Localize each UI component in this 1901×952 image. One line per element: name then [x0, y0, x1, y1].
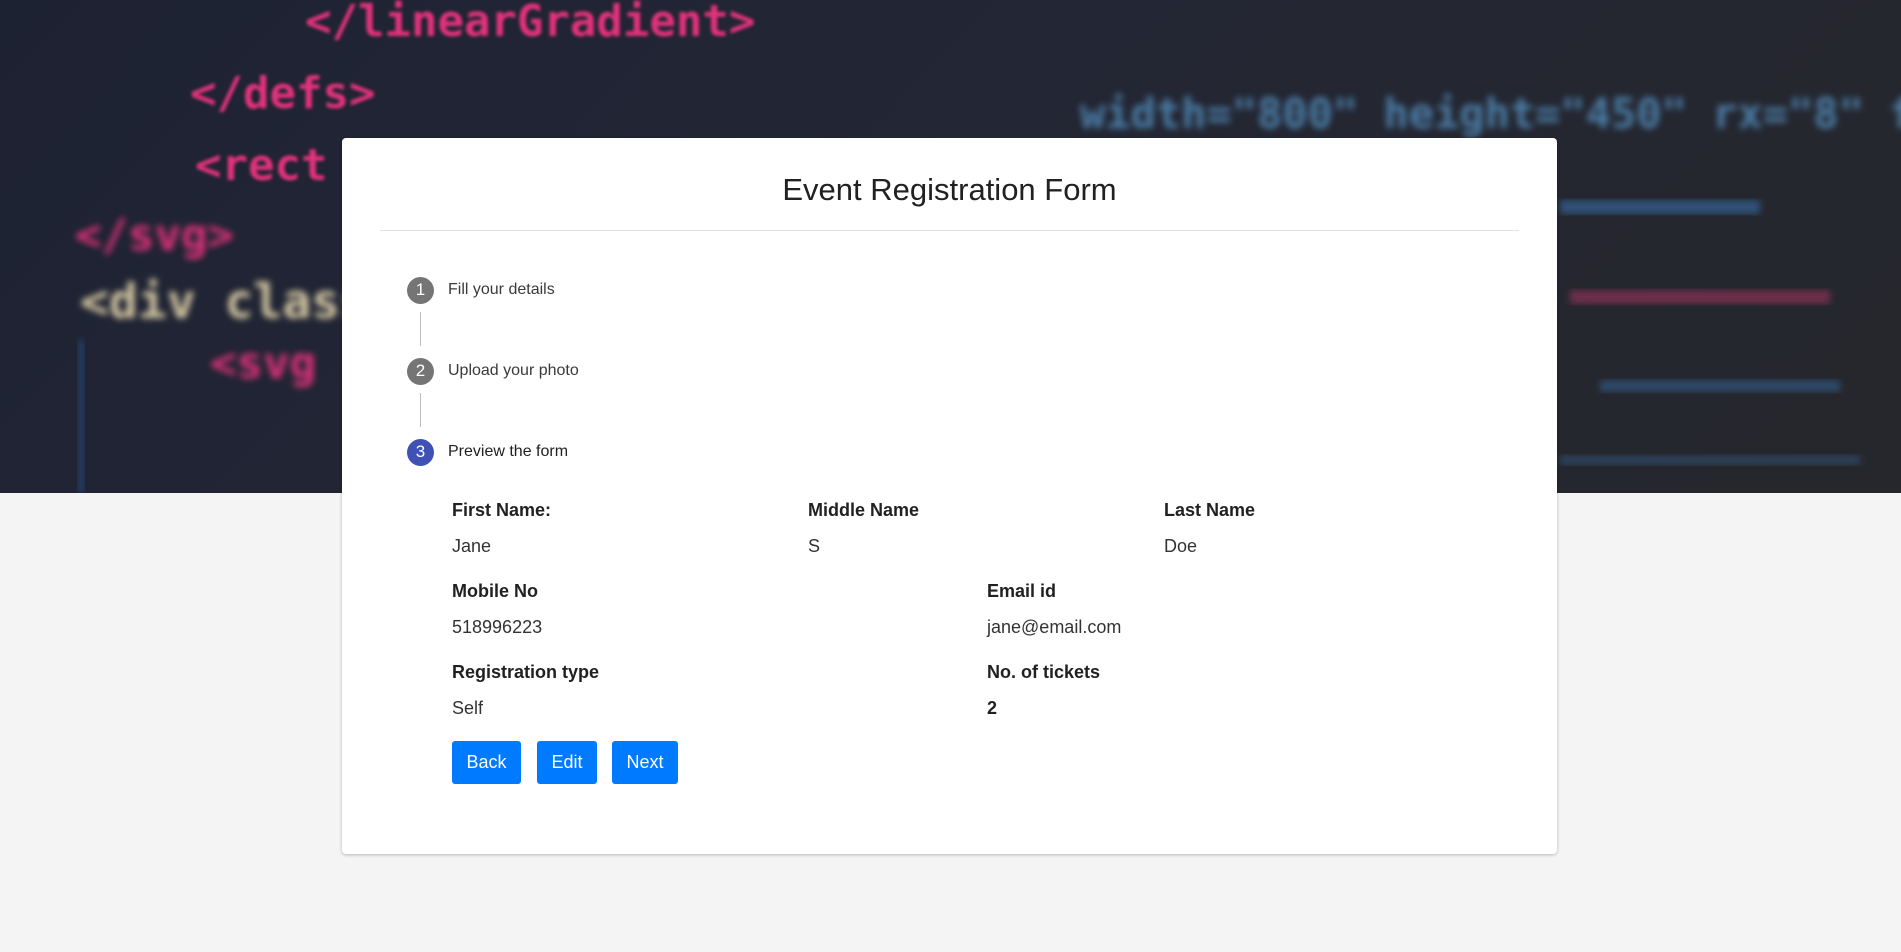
first-name-label: First Name:	[452, 500, 552, 520]
first-name-value: Jane	[452, 536, 492, 556]
mobile-value: 518996223	[452, 617, 543, 637]
step-fill-details[interactable]: 1 Fill your details	[407, 276, 555, 304]
code-line-3: <rect	[195, 140, 327, 191]
code-line-1: </linearGradient>	[305, 0, 755, 47]
step-number-2: 2	[407, 357, 434, 385]
next-button[interactable]: Next	[612, 741, 678, 784]
step-label-2: Upload your photo	[448, 362, 579, 379]
step-label-3: Preview the form	[448, 443, 569, 460]
middle-name-label: Middle Name	[808, 500, 920, 520]
mobile-label: Mobile No	[452, 581, 538, 601]
email-label: Email id	[987, 581, 1057, 601]
step-upload-photo[interactable]: 2 Upload your photo	[407, 357, 579, 385]
edit-button[interactable]: Edit	[537, 741, 597, 784]
code-line-4: width="800" height="450" rx="8" fill="ur…	[1080, 89, 1901, 138]
email-value: jane@email.com	[987, 617, 1122, 637]
step-preview-form[interactable]: 3 Preview the form	[407, 438, 568, 466]
title-divider	[380, 230, 1519, 231]
tickets-value: 2	[987, 698, 998, 718]
last-name-label: Last Name	[1164, 500, 1256, 520]
middle-name-value: S	[808, 536, 821, 556]
code-line-7: <svg	[210, 338, 316, 389]
step-connector-1	[420, 312, 421, 346]
registration-type-value: Self	[452, 698, 484, 718]
last-name-value: Doe	[1164, 536, 1198, 556]
code-line-2: </defs>	[190, 68, 375, 119]
step-number-3: 3	[407, 438, 434, 466]
code-line-5: </svg>	[75, 210, 234, 261]
page: </linearGradient> </defs> <rect width="8…	[0, 0, 1901, 952]
step-label-1: Fill your details	[448, 281, 555, 298]
back-button[interactable]: Back	[452, 741, 521, 784]
tickets-label: No. of tickets	[987, 662, 1101, 682]
code-line-6: <div class	[80, 274, 369, 330]
form-title: Event Registration Form	[782, 172, 1117, 207]
registration-card: Event Registration Form 1 Fill your deta…	[342, 138, 1557, 854]
step-number-1: 1	[407, 276, 434, 304]
registration-type-label: Registration type	[452, 662, 600, 682]
step-connector-2	[420, 393, 421, 427]
